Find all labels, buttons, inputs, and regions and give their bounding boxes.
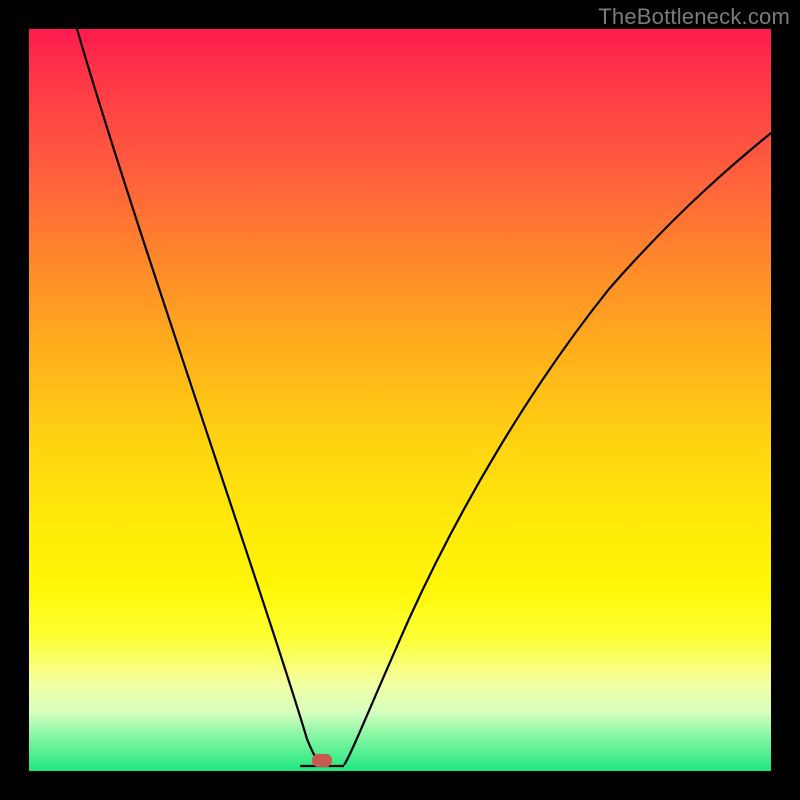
chart-frame: TheBottleneck.com <box>0 0 800 800</box>
watermark-text: TheBottleneck.com <box>598 4 790 30</box>
bottleneck-curve <box>29 29 771 771</box>
curve-right-branch <box>344 133 771 765</box>
curve-left-branch <box>77 29 322 765</box>
plot-area <box>29 29 771 771</box>
optimum-marker <box>312 754 332 767</box>
